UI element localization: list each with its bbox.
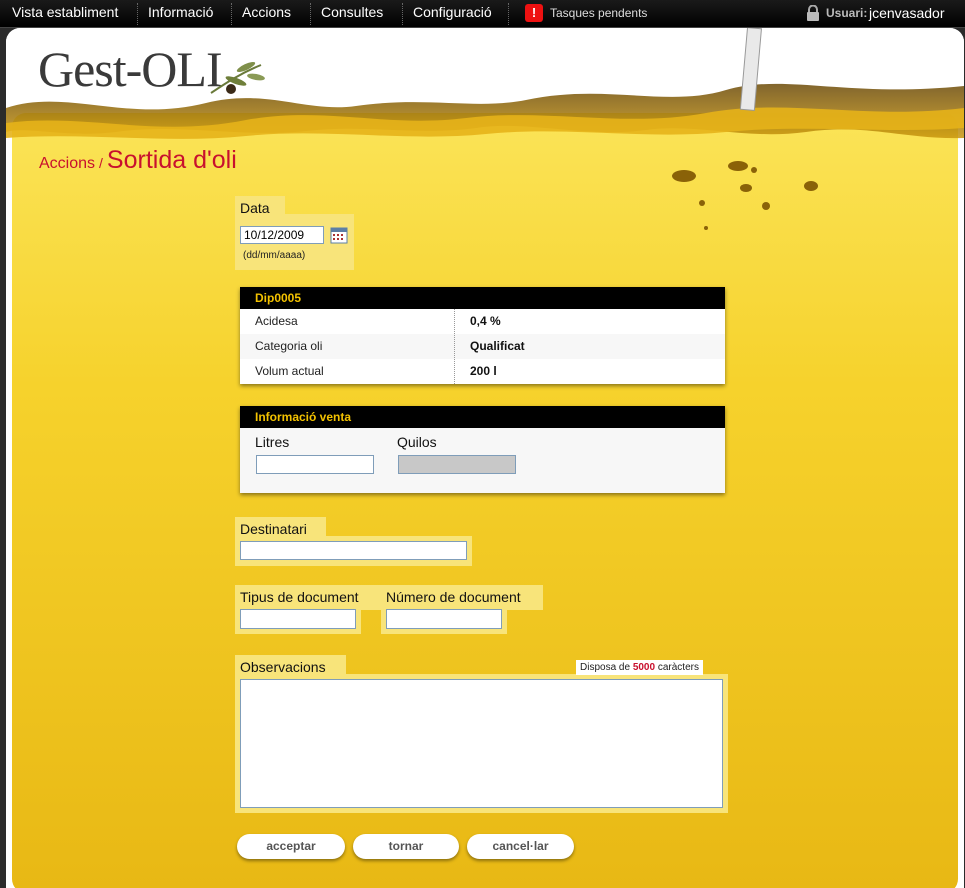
breadcrumb-accions[interactable]: Accions [39,155,95,172]
breadcrumb-separator: / [99,155,103,171]
nav-accions[interactable]: Accions [242,0,291,27]
sale-title: Informació venta [240,406,725,428]
date-input[interactable] [240,226,324,244]
user-label: Usuari: [826,6,868,20]
counter-suffix: caràcters [657,662,699,673]
litres-input[interactable] [256,455,374,474]
litres-label: Litres [255,434,290,450]
counter-value: 5000 [632,662,656,673]
counter-prefix: Disposa de [580,662,631,673]
cancel-button[interactable]: cancel·lar [467,834,574,859]
doc-type-input[interactable] [240,609,356,629]
row-key: Categoria oli [255,339,323,353]
pending-tasks-link[interactable]: Tasques pendents [550,0,647,27]
deposit-panel: Dip0005 Acidesa 0,4 % Categoria oli Qual… [240,287,725,384]
page-title: Sortida d'oli [106,146,237,174]
nav-separator [137,3,139,25]
user-name: jcenvasador [869,5,945,21]
nav-configuracio[interactable]: Configuració [413,0,492,27]
column-divider [454,309,455,384]
nav-consultes[interactable]: Consultes [321,0,383,27]
nav-informacio[interactable]: Informació [148,0,213,27]
back-button[interactable]: tornar [353,834,459,859]
deposit-title: Dip0005 [240,287,725,309]
sale-panel: Informació venta [240,406,725,493]
breadcrumb: Accions / Sortida d'oli [39,146,237,175]
recipient-input[interactable] [240,541,467,560]
row-key: Acidesa [255,314,298,328]
alert-icon[interactable]: ! [525,4,543,22]
row-value: Qualificat [470,339,525,353]
quilos-label: Quilos [397,434,437,450]
olive-branch-icon [210,61,265,94]
row-value: 200 l [470,364,497,378]
accept-button[interactable]: acceptar [237,834,345,859]
row-value: 0,4 % [470,314,501,328]
date-format-hint: (dd/mm/aaaa) [243,250,306,261]
table-row: Categoria oli Qualificat [240,334,725,359]
deposit-rows: Acidesa 0,4 % Categoria oli Qualificat V… [240,309,725,384]
observations-textarea[interactable] [240,679,723,808]
table-row: Volum actual 200 l [240,359,725,384]
quilos-input [398,455,516,474]
nav-separator [310,3,312,25]
nav-separator [231,3,233,25]
calendar-icon[interactable] [330,226,348,244]
nav-vista-establiment[interactable]: Vista establiment [12,0,118,27]
nav-separator [508,3,510,25]
app-logo: Gest-OLI [38,41,223,97]
top-navigation-bar: Vista establiment Informació Accions Con… [0,0,965,28]
row-key: Volum actual [255,364,324,378]
nav-separator [402,3,404,25]
character-counter: Disposa de 5000 caràcters [576,660,703,675]
table-row: Acidesa 0,4 % [240,309,725,334]
lock-icon [807,5,819,21]
doc-number-input[interactable] [386,609,502,629]
